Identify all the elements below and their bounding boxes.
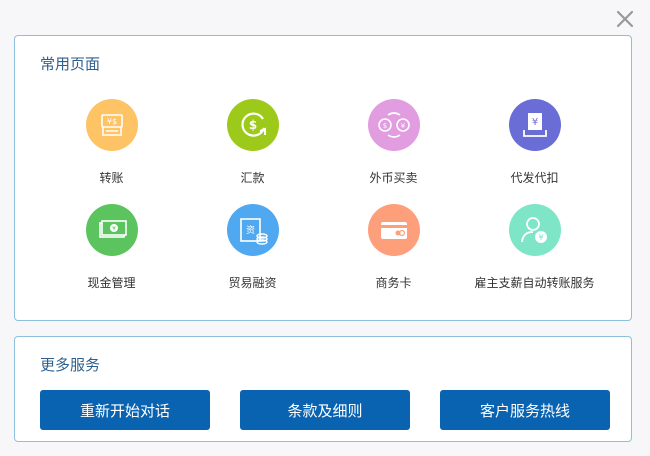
common-pages-panel: 常用页面 ¥$ 转账 $ 汇款 $ ¥ 外币买卖 ¥ 代发代扣 ¥ 现金管理 资… bbox=[14, 35, 632, 321]
shortcut-label: 雇主支薪自动转账服务 bbox=[474, 276, 595, 290]
svg-text:¥: ¥ bbox=[112, 226, 116, 233]
shortcut-label: 商务卡 bbox=[375, 276, 412, 290]
cash-management-icon[interactable]: ¥ bbox=[85, 204, 138, 256]
shortcut-transfer[interactable]: ¥$ 转账 bbox=[41, 99, 182, 185]
transfer-icon[interactable]: ¥$ bbox=[85, 99, 138, 151]
terms-and-conditions-button[interactable]: 条款及细则 bbox=[240, 390, 410, 430]
close-icon[interactable] bbox=[614, 10, 636, 34]
shortcut-label: 贸易融资 bbox=[228, 276, 277, 290]
svg-text:¥: ¥ bbox=[531, 117, 537, 128]
more-services-title: 更多服务 bbox=[40, 356, 101, 374]
shortcut-label: 转账 bbox=[99, 171, 124, 185]
employer-payroll-icon[interactable]: ¥ bbox=[508, 204, 561, 256]
business-card-icon[interactable] bbox=[367, 204, 420, 256]
close-button[interactable] bbox=[614, 8, 636, 30]
shortcut-trade-finance[interactable]: 资 贸易融资 bbox=[182, 204, 323, 290]
common-pages-title: 常用页面 bbox=[40, 55, 101, 73]
shortcut-label: 汇款 bbox=[240, 171, 265, 185]
shortcut-payroll[interactable]: ¥ 代发代扣 bbox=[464, 99, 605, 185]
shortcut-label: 代发代扣 bbox=[510, 171, 559, 185]
shortcut-remittance[interactable]: $ 汇款 bbox=[182, 99, 323, 185]
svg-text:¥: ¥ bbox=[538, 233, 543, 242]
shortcut-label: 现金管理 bbox=[87, 276, 136, 290]
currency-exchange-icon[interactable]: $ ¥ bbox=[367, 99, 420, 151]
svg-text:¥: ¥ bbox=[400, 122, 405, 130]
restart-conversation-button[interactable]: 重新开始对话 bbox=[40, 390, 210, 430]
payroll-icon[interactable]: ¥ bbox=[508, 99, 561, 151]
more-services-panel: 更多服务 重新开始对话 条款及细则 客户服务热线 bbox=[14, 336, 632, 442]
shortcut-cash-management[interactable]: ¥ 现金管理 bbox=[41, 204, 182, 290]
common-pages-grid: ¥$ 转账 $ 汇款 $ ¥ 外币买卖 ¥ 代发代扣 ¥ 现金管理 资 贸易融资… bbox=[41, 99, 605, 290]
remittance-icon[interactable]: $ bbox=[226, 99, 279, 151]
svg-text:资: 资 bbox=[245, 225, 254, 236]
shortcut-currency-exchange[interactable]: $ ¥ 外币买卖 bbox=[323, 99, 464, 185]
trade-finance-icon[interactable]: 资 bbox=[226, 204, 279, 256]
shortcut-business-card[interactable]: 商务卡 bbox=[323, 204, 464, 290]
svg-text:$: $ bbox=[382, 122, 386, 130]
shortcut-employer-payroll[interactable]: ¥ 雇主支薪自动转账服务 bbox=[464, 204, 605, 290]
customer-hotline-button[interactable]: 客户服务热线 bbox=[440, 390, 610, 430]
more-services-buttons: 重新开始对话 条款及细则 客户服务热线 bbox=[40, 390, 610, 430]
shortcut-label: 外币买卖 bbox=[369, 171, 418, 185]
svg-text:$: $ bbox=[248, 118, 256, 132]
svg-text:¥$: ¥$ bbox=[106, 117, 116, 126]
